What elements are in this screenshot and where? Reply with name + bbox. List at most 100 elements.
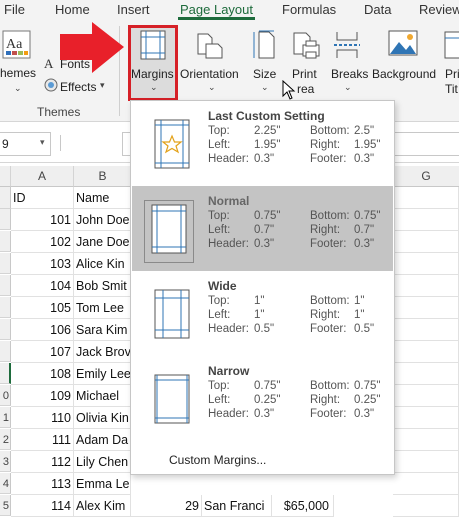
cell-id[interactable]: 112 [11, 451, 74, 473]
row-header[interactable]: 3 [0, 451, 11, 472]
margin-label-header: Header: [208, 408, 249, 420]
cell-name[interactable]: Emma Le [74, 473, 131, 495]
tab-review[interactable]: Review [419, 2, 459, 17]
margins-option-normal[interactable]: Normal Top: 0.75" Bottom: 0.75" Left: 0.7" Righ… [132, 186, 393, 271]
row-header[interactable] [0, 253, 11, 274]
cell-g[interactable] [393, 407, 459, 429]
row-header[interactable] [0, 363, 11, 384]
cell-id[interactable]: 111 [11, 429, 74, 451]
print-titles-line2[interactable]: Tit [445, 82, 458, 96]
tab-file[interactable]: File [4, 2, 25, 17]
cell-g[interactable] [393, 275, 459, 297]
row-header[interactable] [0, 275, 11, 296]
cell-g[interactable] [393, 231, 459, 253]
column-header-a[interactable]: A [11, 166, 74, 187]
row-header[interactable] [0, 297, 11, 318]
cell-g[interactable] [393, 363, 459, 385]
custom-margins-item[interactable]: Custom Margins... [132, 444, 393, 473]
cell-g[interactable] [393, 319, 459, 341]
chevron-down-icon: ⌄ [208, 82, 216, 92]
cell-g[interactable] [393, 187, 459, 209]
cell-id[interactable]: 102 [11, 231, 74, 253]
margin-value-footer: 0.3" [354, 153, 375, 165]
cell-g[interactable] [393, 385, 459, 407]
cell-g[interactable] [393, 495, 459, 517]
row-header[interactable]: 4 [0, 473, 11, 494]
background-button[interactable]: Background [372, 67, 436, 81]
cell-name[interactable]: Lily Chen [74, 451, 131, 473]
cell-name[interactable]: Tom Lee [74, 297, 131, 319]
column-header-g[interactable]: G [393, 166, 459, 187]
cell-id[interactable]: 109 [11, 385, 74, 407]
tab-data[interactable]: Data [364, 2, 391, 17]
row-header[interactable]: 0 [0, 385, 11, 406]
margins-option-last-custom-setting[interactable]: Last Custom Setting Top: 2.25" Bottom: 2.5" L… [132, 101, 393, 186]
column-header-b[interactable]: B [74, 166, 132, 187]
size-icon [252, 30, 276, 65]
size-button[interactable]: Size [253, 67, 276, 81]
cell-id[interactable]: 101 [11, 209, 74, 231]
cell-id[interactable]: 110 [11, 407, 74, 429]
print-area-icon [291, 30, 321, 65]
breaks-button[interactable]: Breaks [331, 67, 368, 81]
formula-input-right[interactable] [393, 132, 459, 156]
cell-name-header[interactable]: Name [74, 187, 131, 209]
row-header[interactable] [0, 187, 11, 209]
cell-city[interactable]: San Franci [202, 495, 272, 517]
cell-id[interactable]: 108 [11, 363, 74, 385]
effects-button[interactable]: Effects [60, 80, 96, 94]
cell-age[interactable]: 29 [131, 495, 202, 517]
cell-id[interactable]: 105 [11, 297, 74, 319]
cell-name[interactable]: Jack Brov [74, 341, 131, 363]
cell-g[interactable] [393, 209, 459, 231]
themes-label[interactable]: hemes [0, 66, 36, 80]
margins-option-wide[interactable]: Wide Top: 1" Bottom: 1" Left: 1" Right: 1" Header… [132, 271, 393, 356]
orientation-button[interactable]: Orientation [180, 67, 239, 81]
cell-name[interactable]: Alex Kim [74, 495, 131, 517]
row-header[interactable] [0, 209, 11, 230]
tab-insert[interactable]: Insert [117, 2, 150, 17]
themes-icon[interactable]: Aa [2, 30, 32, 65]
tab-page-layout[interactable]: Page Layout [180, 2, 253, 17]
cell-name[interactable]: Alice Kin [74, 253, 131, 275]
cell-name[interactable]: Bob Smit [74, 275, 131, 297]
select-all-corner[interactable] [0, 166, 11, 187]
cell-id[interactable]: 114 [11, 495, 74, 517]
margins-option-narrow[interactable]: Narrow Top: 0.75" Bottom: 0.75" Left: 0.25" Rig… [132, 356, 393, 441]
margin-value-bottom: 0.75" [354, 380, 381, 392]
cell-g[interactable] [393, 253, 459, 275]
cell-name[interactable]: John Doe [74, 209, 131, 231]
cell-id[interactable]: 106 [11, 319, 74, 341]
row-header[interactable] [0, 231, 11, 252]
cell-name[interactable]: Michael [74, 385, 131, 407]
row-header[interactable]: 2 [0, 429, 11, 450]
cell-g[interactable] [393, 429, 459, 451]
cell-id[interactable]: 103 [11, 253, 74, 275]
cell-name[interactable]: Emily Lee [74, 363, 131, 385]
cell-id[interactable]: 113 [11, 473, 74, 495]
row-header[interactable]: 5 [0, 495, 11, 516]
tab-home[interactable]: Home [55, 2, 90, 17]
cell-id-header[interactable]: ID [11, 187, 74, 209]
tab-formulas[interactable]: Formulas [282, 2, 336, 17]
cell-salary[interactable]: $65,000 [272, 495, 334, 517]
print-titles-line1[interactable]: Pri [445, 67, 459, 81]
cell-g[interactable] [393, 341, 459, 363]
margins-option-title: Narrow [208, 364, 250, 378]
row-header[interactable] [0, 319, 11, 340]
cell-g[interactable] [393, 473, 459, 495]
cell-name[interactable]: Jane Doe [74, 231, 131, 253]
row-header[interactable] [0, 341, 11, 362]
cell-g[interactable] [393, 297, 459, 319]
print-area-line1[interactable]: Print [292, 67, 317, 81]
cell-name[interactable]: Sara Kim [74, 319, 131, 341]
cell-id[interactable]: 104 [11, 275, 74, 297]
row-header[interactable]: 1 [0, 407, 11, 428]
cell-name[interactable]: Olivia Kin [74, 407, 131, 429]
cell-g[interactable] [393, 451, 459, 473]
cell-id[interactable]: 107 [11, 341, 74, 363]
chevron-down-icon[interactable]: ▾ [40, 137, 45, 148]
print-area-line2[interactable]: rea [297, 82, 314, 96]
cell-name[interactable]: Adam Da [74, 429, 131, 451]
margin-value-header: 0.5" [254, 323, 275, 335]
